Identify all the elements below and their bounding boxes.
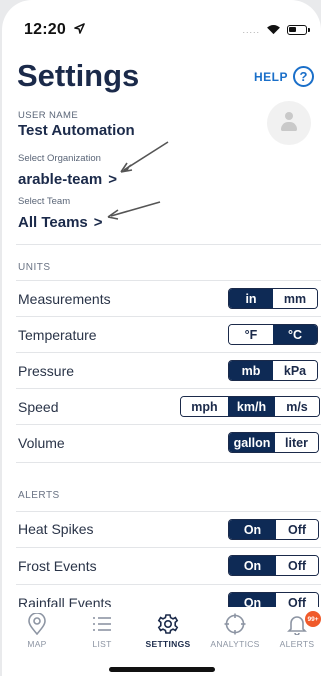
map-pin-icon [7,613,67,635]
status-indicators: ..... [242,24,310,35]
pressure-option-mb[interactable]: mb [229,361,273,380]
team-label: Select Team [18,196,71,207]
tab-analytics-label: ANALYTICS [210,639,260,649]
signal-icon: ..... [242,24,260,35]
divider [16,352,321,353]
tab-list[interactable]: LIST [72,613,132,649]
status-bar: 12:20 ..... [2,0,321,52]
page-title: Settings [17,58,140,93]
heat-spikes-option-on[interactable]: On [229,520,276,539]
team-selector[interactable]: All Teams > [18,214,103,231]
user-name-label: USER NAME [18,110,79,121]
heat-spikes-option-off[interactable]: Off [276,520,318,539]
divider [16,584,321,585]
pressure-label: Pressure [18,363,75,379]
volume-option-liter[interactable]: liter [275,433,318,452]
tab-bar: MAP LIST SETTINGS ANALYTICS 99+ ALERTS [2,607,321,676]
annotation-arrow-icon [120,141,169,173]
tab-map-label: MAP [27,639,47,649]
user-name-value: Test Automation [18,122,135,139]
chevron-right-icon: > [108,171,117,188]
temperature-label: Temperature [18,327,97,343]
frost-events-option-off[interactable]: Off [276,556,318,575]
frost-events-option-on[interactable]: On [229,556,276,575]
phone-screen: 12:20 ..... Settings HELP ? USER NAME Te… [2,0,321,676]
divider [16,388,321,389]
tab-analytics[interactable]: ANALYTICS [205,613,265,649]
alerts-header: ALERTS [18,490,60,501]
avatar-body [281,122,297,131]
temperature-option-celsius[interactable]: °C [273,325,317,344]
avatar[interactable] [267,101,311,145]
divider [16,424,321,425]
divider [16,462,321,463]
location-arrow-icon [73,23,85,34]
measurements-option-mm[interactable]: mm [273,289,317,308]
speed-option-kmh[interactable]: km/h [228,397,275,416]
tab-settings[interactable]: SETTINGS [138,613,198,649]
avatar-head [285,112,293,120]
temperature-toggle: °F °C [228,324,318,345]
pressure-toggle: mb kPa [228,360,318,381]
help-icon: ? [293,66,314,87]
tab-settings-label: SETTINGS [145,639,191,649]
measurements-label: Measurements [18,291,111,307]
heat-spikes-toggle: On Off [228,519,319,540]
tab-alerts-label: ALERTS [279,639,315,649]
organization-value: arable-team [18,171,103,188]
divider [16,280,321,281]
chevron-right-icon: > [93,214,103,231]
speed-toggle: mph km/h m/s [180,396,320,417]
measurements-option-in[interactable]: in [229,289,273,308]
divider [16,316,321,317]
tab-list-label: LIST [92,639,112,649]
team-value: All Teams [18,214,88,231]
divider [16,547,321,548]
divider [16,511,321,512]
temperature-option-fahrenheit[interactable]: °F [229,325,273,344]
gear-icon [138,613,198,635]
help-button[interactable]: HELP ? [254,66,314,87]
battery-icon [287,24,310,35]
annotation-arrow-icon [107,201,161,220]
home-indicator[interactable] [109,667,215,672]
pressure-option-kpa[interactable]: kPa [273,361,317,380]
status-time: 12:20 [24,21,85,39]
crosshair-icon [205,613,265,635]
divider [16,244,321,245]
speed-option-mph[interactable]: mph [181,397,228,416]
units-header: UNITS [18,262,51,273]
measurements-toggle: in mm [228,288,318,309]
volume-option-gallon[interactable]: gallon [229,433,275,452]
frost-events-toggle: On Off [228,555,319,576]
organization-selector[interactable]: arable-team > [18,171,117,188]
frost-events-label: Frost Events [18,558,97,574]
tab-alerts[interactable]: 99+ ALERTS [267,611,321,649]
wifi-icon [267,25,280,35]
speed-label: Speed [18,399,59,415]
list-icon [72,613,132,635]
help-label: HELP [253,69,288,84]
organization-label: Select Organization [18,153,101,164]
volume-label: Volume [18,435,65,451]
alerts-count-badge: 99+ [305,611,321,627]
heat-spikes-label: Heat Spikes [18,521,94,537]
tab-map[interactable]: MAP [7,613,67,649]
volume-toggle: gallon liter [228,432,319,453]
speed-option-ms[interactable]: m/s [275,397,319,416]
